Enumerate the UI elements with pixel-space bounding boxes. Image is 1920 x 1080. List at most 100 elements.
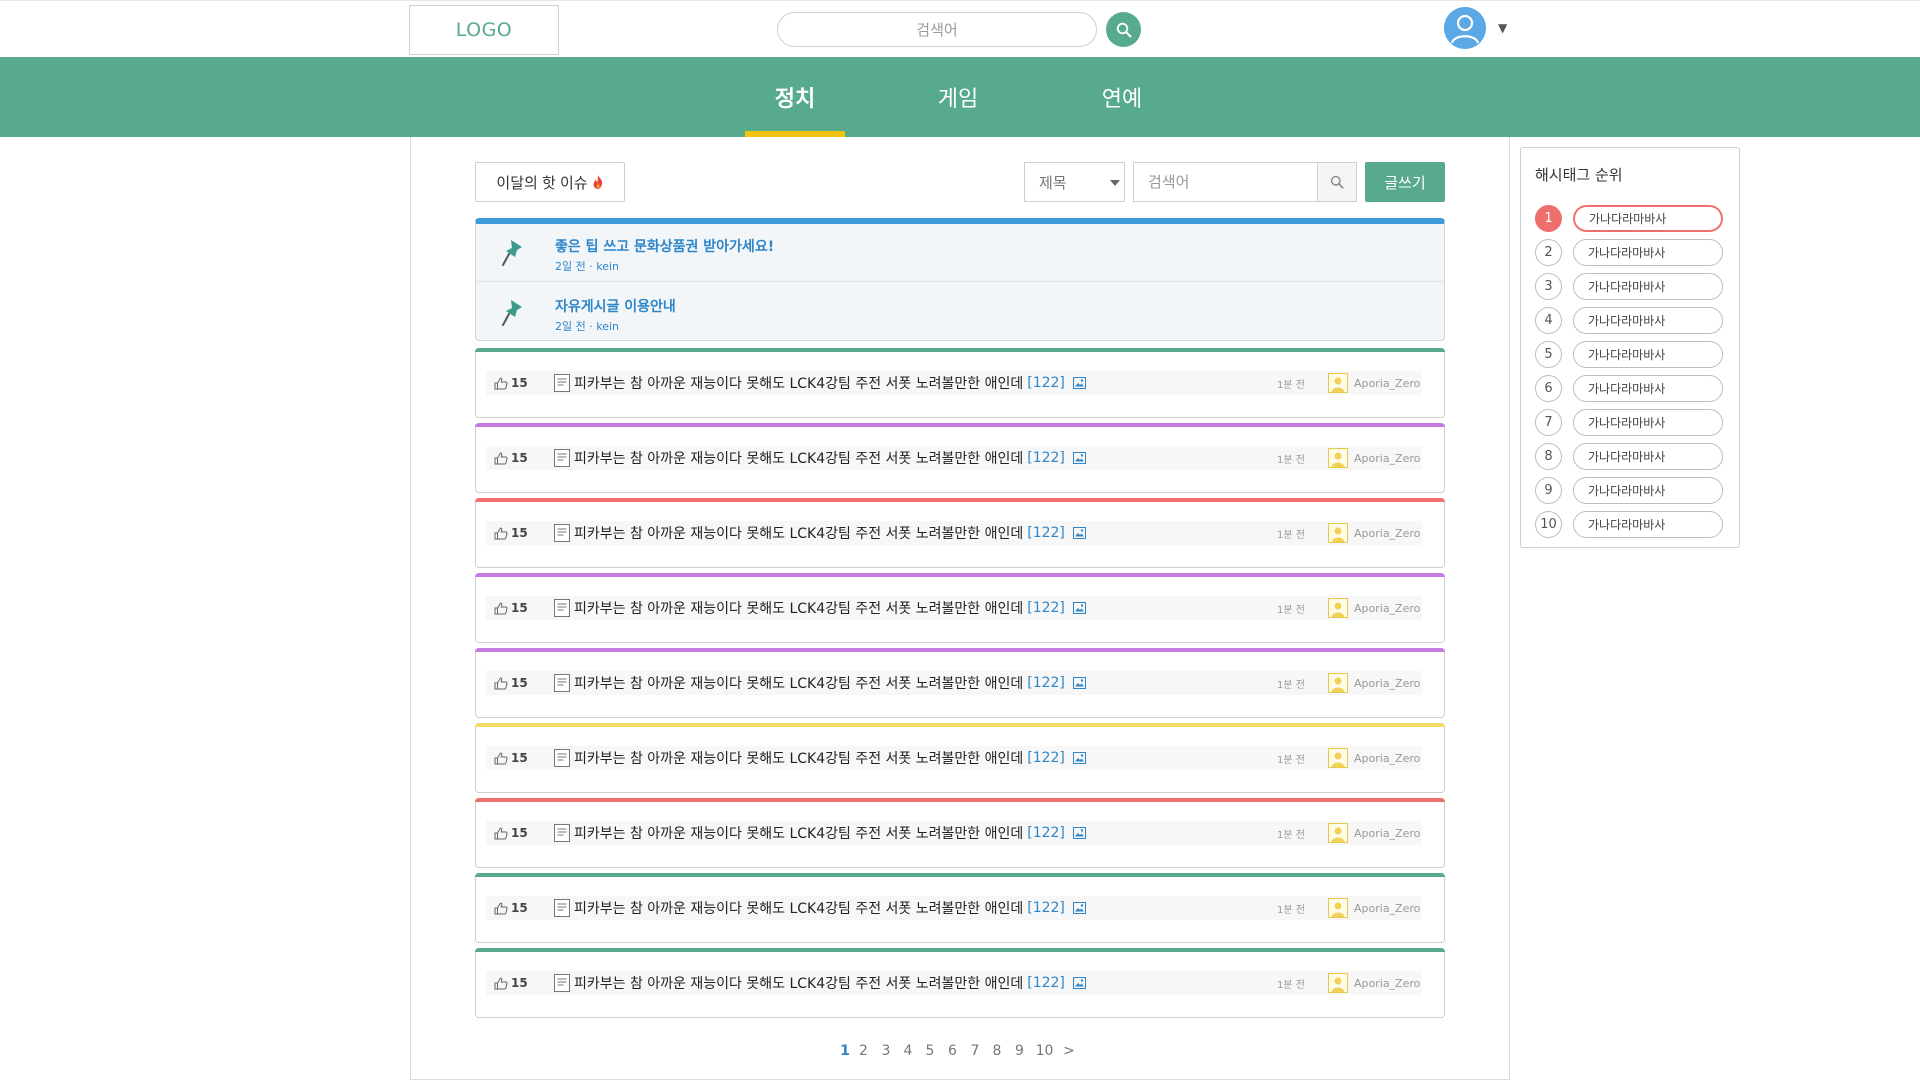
post-title[interactable]: 피카부는 참 아까운 재능이다 못해도 LCK4강팀 주전 서폿 노려볼만한 애… bbox=[574, 673, 1023, 693]
hashtag-tag[interactable]: 가나다라마바사 bbox=[1573, 341, 1723, 368]
hashtag-tag[interactable]: 가나다라마바사 bbox=[1573, 205, 1723, 232]
page-4[interactable]: 4 bbox=[897, 1043, 919, 1059]
page-6[interactable]: 6 bbox=[941, 1043, 964, 1059]
hashtag-tag[interactable]: 가나다라마바사 bbox=[1573, 273, 1723, 300]
comment-count[interactable]: [122] bbox=[1027, 825, 1065, 841]
like-count[interactable]: 15 bbox=[486, 451, 548, 465]
hashtag-item[interactable]: 9 가나다라마바사 bbox=[1535, 476, 1731, 504]
post-title[interactable]: 피카부는 참 아까운 재능이다 못해도 LCK4강팀 주전 서폿 노려볼만한 애… bbox=[574, 373, 1023, 393]
notice-author[interactable]: kein bbox=[596, 320, 619, 333]
hashtag-item[interactable]: 7 가나다라마바사 bbox=[1535, 408, 1731, 436]
page-7[interactable]: 7 bbox=[964, 1043, 986, 1059]
image-icon bbox=[1072, 902, 1086, 914]
hashtag-item[interactable]: 10 가나다라마바사 bbox=[1535, 510, 1731, 538]
tab-entertainment[interactable]: 연예 bbox=[1072, 57, 1172, 137]
like-count[interactable]: 15 bbox=[486, 526, 548, 540]
hashtag-tag[interactable]: 가나다라마바사 bbox=[1573, 511, 1723, 538]
post-author[interactable]: Aporia_Zero bbox=[1328, 823, 1420, 843]
post-item[interactable]: 15 피카부는 참 아까운 재능이다 못해도 LCK4강팀 주전 서폿 노려볼만… bbox=[475, 498, 1445, 568]
board-search-button[interactable] bbox=[1317, 162, 1357, 202]
comment-count[interactable]: [122] bbox=[1027, 675, 1065, 691]
top-search-input[interactable] bbox=[777, 12, 1097, 47]
page-8[interactable]: 8 bbox=[986, 1043, 1008, 1059]
page-1[interactable]: 1 bbox=[838, 1043, 852, 1059]
post-title[interactable]: 피카부는 참 아까운 재능이다 못해도 LCK4강팀 주전 서폿 노려볼만한 애… bbox=[574, 898, 1023, 918]
comment-count[interactable]: [122] bbox=[1027, 600, 1065, 616]
post-author[interactable]: Aporia_Zero bbox=[1328, 748, 1420, 768]
like-count[interactable]: 15 bbox=[486, 601, 548, 615]
comment-count[interactable]: [122] bbox=[1027, 450, 1065, 466]
tab-politics[interactable]: 정치 bbox=[745, 57, 845, 137]
post-title[interactable]: 피카부는 참 아까운 재능이다 못해도 LCK4강팀 주전 서폿 노려볼만한 애… bbox=[574, 448, 1023, 468]
write-button[interactable]: 글쓰기 bbox=[1365, 162, 1445, 202]
image-icon bbox=[1072, 827, 1086, 839]
post-item[interactable]: 15 피카부는 참 아까운 재능이다 못해도 LCK4강팀 주전 서폿 노려볼만… bbox=[475, 948, 1445, 1018]
post-author[interactable]: Aporia_Zero bbox=[1328, 898, 1420, 918]
notice-title[interactable]: 자유게시글 이용안내 bbox=[555, 296, 676, 316]
page-3[interactable]: 3 bbox=[875, 1043, 897, 1059]
post-title[interactable]: 피카부는 참 아까운 재능이다 못해도 LCK4강팀 주전 서폿 노려볼만한 애… bbox=[574, 823, 1023, 843]
comment-count[interactable]: [122] bbox=[1027, 525, 1065, 541]
next-page-button[interactable]: > bbox=[1058, 1043, 1080, 1059]
hashtag-tag[interactable]: 가나다라마바사 bbox=[1573, 307, 1723, 334]
like-count[interactable]: 15 bbox=[486, 901, 548, 915]
top-search-button[interactable] bbox=[1106, 12, 1141, 47]
page-5[interactable]: 5 bbox=[919, 1043, 941, 1059]
comment-count[interactable]: [122] bbox=[1027, 750, 1065, 766]
like-count[interactable]: 15 bbox=[486, 376, 548, 390]
like-count[interactable]: 15 bbox=[486, 976, 548, 990]
notice-author[interactable]: kein bbox=[596, 260, 619, 273]
post-title[interactable]: 피카부는 참 아까운 재능이다 못해도 LCK4강팀 주전 서폿 노려볼만한 애… bbox=[574, 973, 1023, 993]
hashtag-item[interactable]: 1 가나다라마바사 bbox=[1535, 204, 1731, 232]
post-title[interactable]: 피카부는 참 아까운 재능이다 못해도 LCK4강팀 주전 서폿 노려볼만한 애… bbox=[574, 523, 1023, 543]
like-count[interactable]: 15 bbox=[486, 676, 548, 690]
notice-item[interactable]: 좋은 팁 쓰고 문화상품권 받아가세요! 2일 전 · kein bbox=[476, 224, 1444, 282]
page-10[interactable]: 10 bbox=[1031, 1043, 1058, 1059]
post-author[interactable]: Aporia_Zero bbox=[1328, 523, 1420, 543]
notice-title[interactable]: 좋은 팁 쓰고 문화상품권 받아가세요! bbox=[555, 236, 774, 256]
hashtag-item[interactable]: 5 가나다라마바사 bbox=[1535, 340, 1731, 368]
post-item[interactable]: 15 피카부는 참 아까운 재능이다 못해도 LCK4강팀 주전 서폿 노려볼만… bbox=[475, 348, 1445, 418]
post-item[interactable]: 15 피카부는 참 아까운 재능이다 못해도 LCK4강팀 주전 서폿 노려볼만… bbox=[475, 723, 1445, 793]
user-avatar-icon[interactable] bbox=[1444, 7, 1486, 49]
post-category-bar bbox=[475, 573, 1445, 577]
post-title[interactable]: 피카부는 참 아까운 재능이다 못해도 LCK4강팀 주전 서폿 노려볼만한 애… bbox=[574, 748, 1023, 768]
hot-issue-button[interactable]: 이달의 핫 이슈 bbox=[475, 162, 625, 202]
tab-game[interactable]: 게임 bbox=[908, 57, 1008, 137]
hashtag-tag[interactable]: 가나다라마바사 bbox=[1573, 477, 1723, 504]
notice-item[interactable]: 자유게시글 이용안내 2일 전 · kein bbox=[476, 284, 1444, 342]
post-title[interactable]: 피카부는 참 아까운 재능이다 못해도 LCK4강팀 주전 서폿 노려볼만한 애… bbox=[574, 598, 1023, 618]
post-item[interactable]: 15 피카부는 참 아까운 재능이다 못해도 LCK4강팀 주전 서폿 노려볼만… bbox=[475, 798, 1445, 868]
post-author[interactable]: Aporia_Zero bbox=[1328, 598, 1420, 618]
post-category-bar bbox=[475, 648, 1445, 652]
post-author[interactable]: Aporia_Zero bbox=[1328, 973, 1420, 993]
document-icon bbox=[554, 899, 570, 917]
comment-count[interactable]: [122] bbox=[1027, 975, 1065, 991]
hashtag-item[interactable]: 3 가나다라마바사 bbox=[1535, 272, 1731, 300]
post-item[interactable]: 15 피카부는 참 아까운 재능이다 못해도 LCK4강팀 주전 서폿 노려볼만… bbox=[475, 423, 1445, 493]
hashtag-tag[interactable]: 가나다라마바사 bbox=[1573, 239, 1723, 266]
post-author[interactable]: Aporia_Zero bbox=[1328, 373, 1420, 393]
hashtag-item[interactable]: 2 가나다라마바사 bbox=[1535, 238, 1731, 266]
logo[interactable]: LOGO bbox=[409, 5, 559, 55]
hashtag-tag[interactable]: 가나다라마바사 bbox=[1573, 443, 1723, 470]
post-item[interactable]: 15 피카부는 참 아까운 재능이다 못해도 LCK4강팀 주전 서폿 노려볼만… bbox=[475, 873, 1445, 943]
page-9[interactable]: 9 bbox=[1008, 1043, 1031, 1059]
hashtag-item[interactable]: 4 가나다라마바사 bbox=[1535, 306, 1731, 334]
post-author[interactable]: Aporia_Zero bbox=[1328, 448, 1420, 468]
comment-count[interactable]: [122] bbox=[1027, 900, 1065, 916]
page-2[interactable]: 2 bbox=[852, 1043, 875, 1059]
chevron-down-icon[interactable]: ▼ bbox=[1498, 21, 1507, 35]
post-author[interactable]: Aporia_Zero bbox=[1328, 673, 1420, 693]
hashtag-item[interactable]: 6 가나다라마바사 bbox=[1535, 374, 1731, 402]
comment-count[interactable]: [122] bbox=[1027, 375, 1065, 391]
like-count[interactable]: 15 bbox=[486, 751, 548, 765]
like-count[interactable]: 15 bbox=[486, 826, 548, 840]
search-type-select[interactable]: 제목 bbox=[1024, 162, 1125, 202]
hashtag-tag[interactable]: 가나다라마바사 bbox=[1573, 409, 1723, 436]
board-search-input[interactable] bbox=[1133, 162, 1317, 202]
hashtag-item[interactable]: 8 가나다라마바사 bbox=[1535, 442, 1731, 470]
post-item[interactable]: 15 피카부는 참 아까운 재능이다 못해도 LCK4강팀 주전 서폿 노려볼만… bbox=[475, 648, 1445, 718]
post-item[interactable]: 15 피카부는 참 아까운 재능이다 못해도 LCK4강팀 주전 서폿 노려볼만… bbox=[475, 573, 1445, 643]
hashtag-tag[interactable]: 가나다라마바사 bbox=[1573, 375, 1723, 402]
